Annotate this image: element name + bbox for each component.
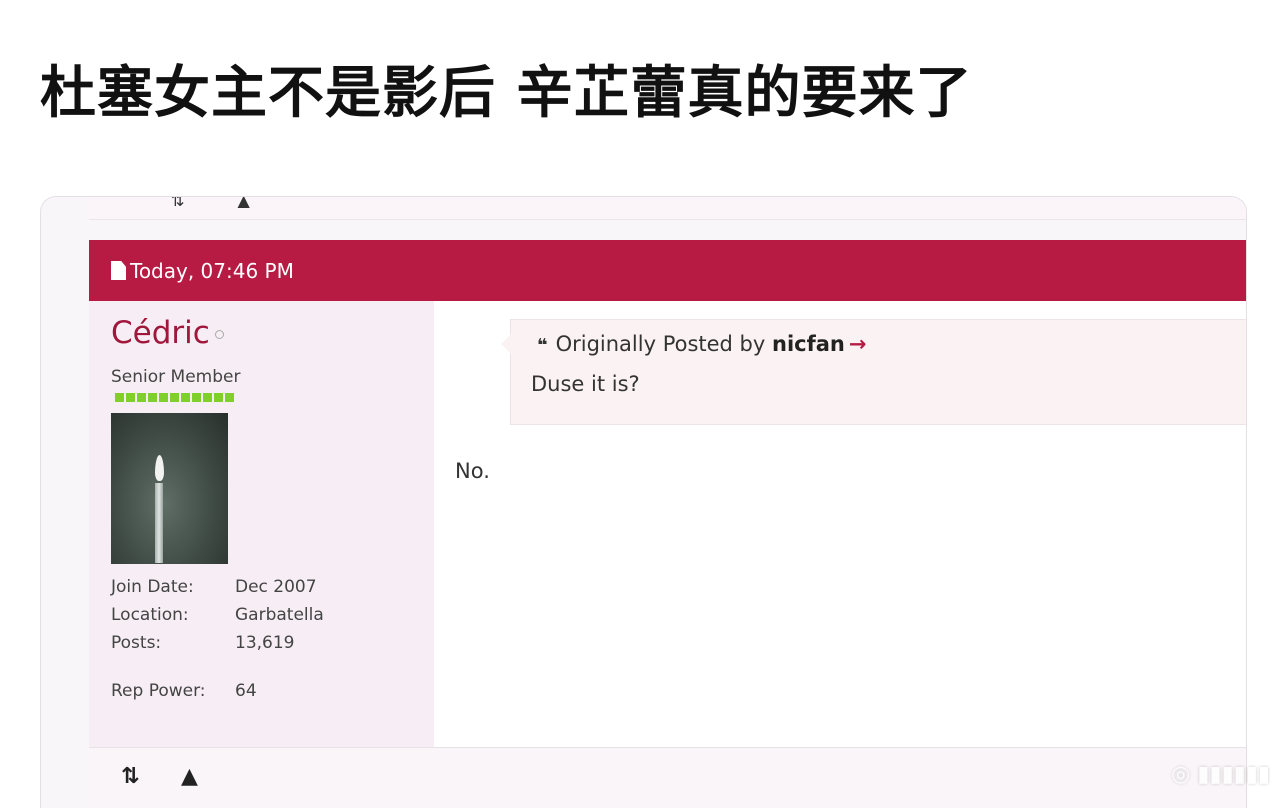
reputation-pip xyxy=(181,393,190,402)
reply-arrows-icon[interactable]: ⇅ xyxy=(121,764,139,789)
info-value: Dec 2007 xyxy=(235,577,317,597)
post-message: No. xyxy=(455,459,490,483)
username-text[interactable]: Cédric xyxy=(111,315,210,351)
info-label: Join Date: xyxy=(111,577,194,597)
reputation-pip xyxy=(126,393,135,402)
reputation-pip xyxy=(203,393,212,402)
quote-author[interactable]: nicfan xyxy=(772,332,845,356)
post-header-bar: Today, 07:46 PM xyxy=(89,240,1246,301)
reputation-pip xyxy=(192,393,201,402)
headline-title: 杜塞女主不是影后 辛芷蕾真的要来了 xyxy=(40,61,973,126)
reputation-pip xyxy=(137,393,146,402)
previous-post-footer-strip: ⇅ ▲ xyxy=(89,197,1246,220)
info-row-rep-power: Rep Power: 64 xyxy=(111,677,324,705)
offline-status-icon xyxy=(214,330,224,339)
candle-flame-image xyxy=(155,455,164,481)
post-footer: ⇅ ▲ xyxy=(89,747,1246,808)
view-post-arrow-icon[interactable]: → xyxy=(849,332,867,356)
watermark-image: ◎ ▮▮▮▮▮▮ xyxy=(1171,762,1270,787)
info-value: Garbatella xyxy=(235,605,324,625)
info-label: Posts: xyxy=(111,633,162,653)
username[interactable]: Cédric xyxy=(111,315,224,351)
candle-image xyxy=(155,483,163,563)
info-row-location: Location: Garbatella xyxy=(111,601,324,629)
info-value: 64 xyxy=(235,681,257,701)
quote-prefix: Originally Posted by xyxy=(555,332,766,356)
quote-block: ❝ Originally Posted by nicfan → Duse it is… xyxy=(501,319,1246,425)
forum-post-card: ⇅ ▲ Today, 07:46 PM Cédric Senior Member… xyxy=(40,196,1247,808)
reputation-pip xyxy=(115,393,124,402)
reputation-pip xyxy=(225,393,234,402)
reputation-pip xyxy=(159,393,168,402)
info-row-posts: Posts: 13,619 xyxy=(111,629,324,657)
user-info-column: Cédric Senior Member Join Date: Dec 2007… xyxy=(89,301,434,747)
quote-icon: ❝ xyxy=(537,335,548,356)
info-label: Rep Power: xyxy=(111,681,206,701)
report-warning-icon[interactable]: ▲ xyxy=(181,764,198,789)
info-label: Location: xyxy=(111,605,189,625)
info-row-join-date: Join Date: Dec 2007 xyxy=(111,573,324,601)
reputation-pip xyxy=(214,393,223,402)
info-value: 13,619 xyxy=(235,633,295,653)
user-stats-table: Join Date: Dec 2007 Location: Garbatella… xyxy=(111,573,324,705)
reputation-pip xyxy=(170,393,179,402)
post-content: ❝ Originally Posted by nicfan → Duse it is… xyxy=(434,301,1246,747)
reputation-bar xyxy=(115,393,234,402)
quote-header: ❝ Originally Posted by nicfan → xyxy=(537,332,866,356)
previous-post-action-icons[interactable]: ⇅ ▲ xyxy=(171,197,274,210)
user-title: Senior Member xyxy=(111,367,241,387)
quote-pointer xyxy=(501,334,511,354)
document-icon xyxy=(111,261,126,280)
quote-text: Duse it is? xyxy=(531,372,640,396)
post-timestamp: Today, 07:46 PM xyxy=(130,258,294,283)
reputation-pip xyxy=(148,393,157,402)
avatar[interactable] xyxy=(111,413,228,564)
